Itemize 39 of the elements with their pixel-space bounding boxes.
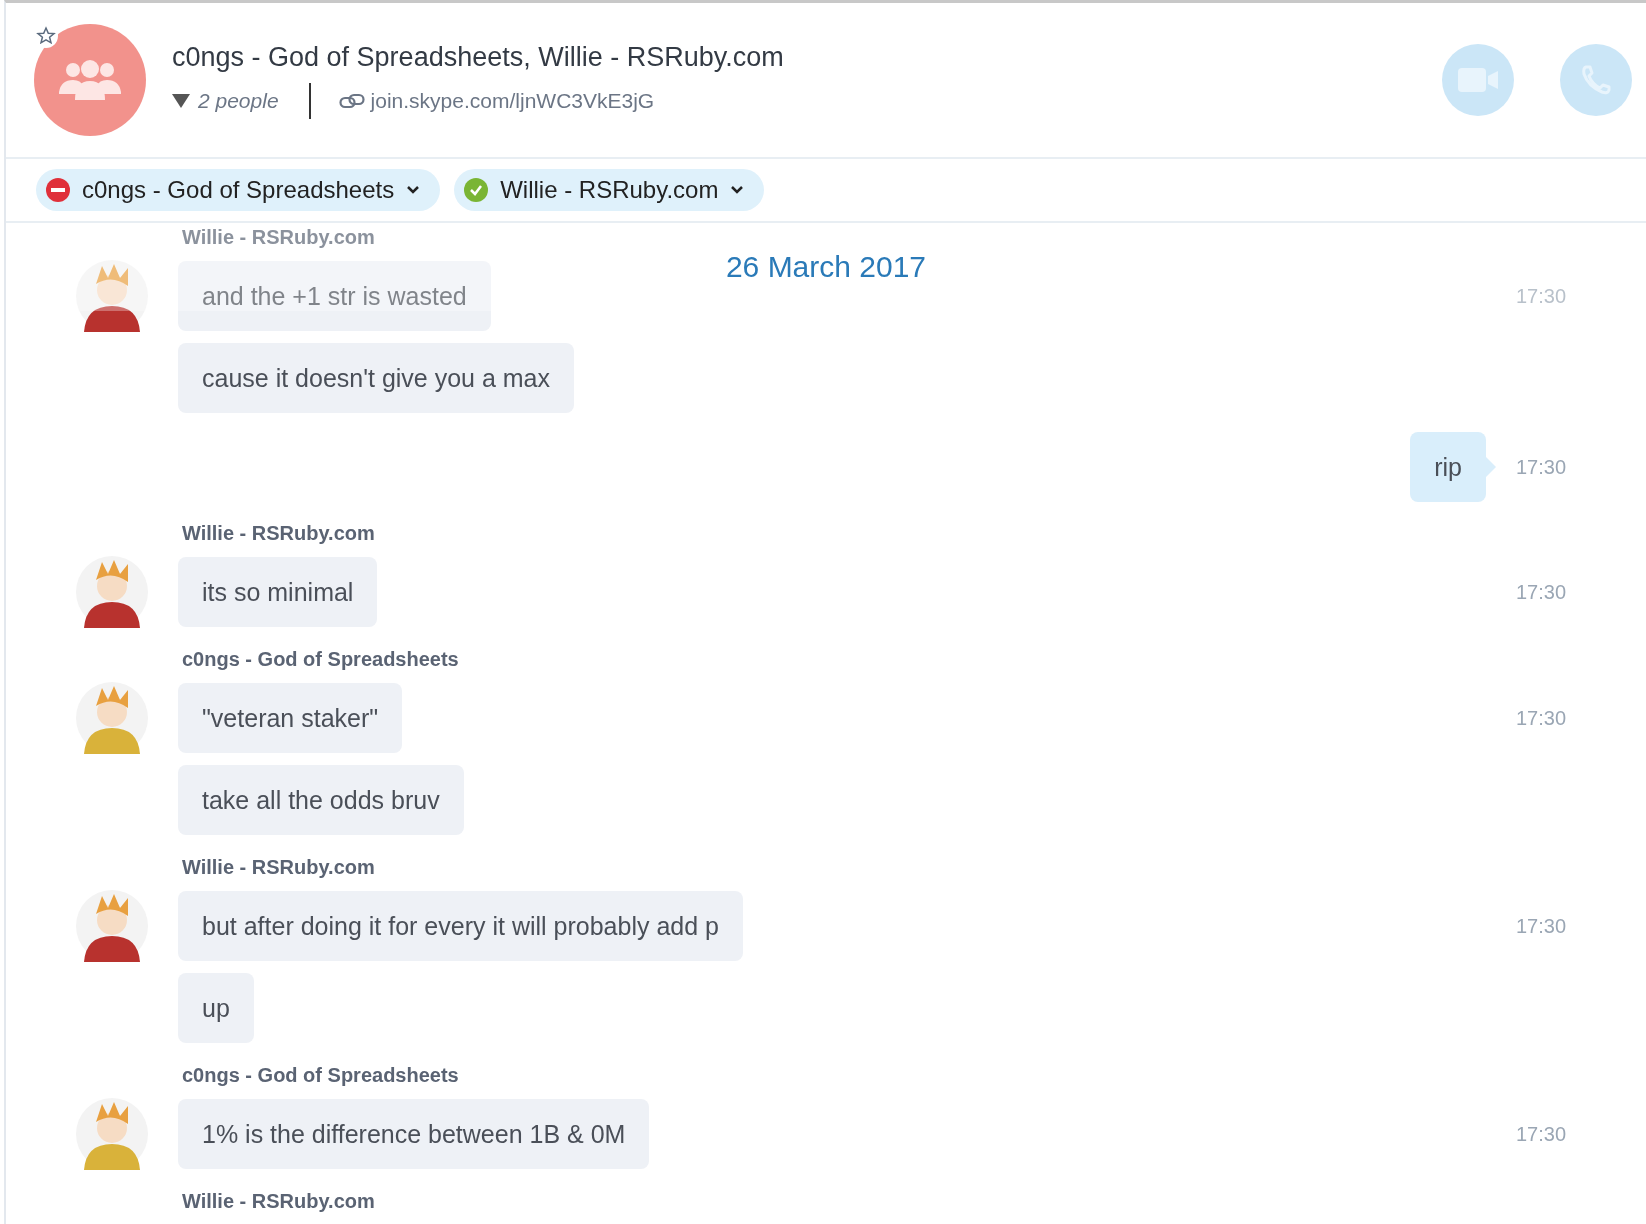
message-time: 17:30 xyxy=(1516,455,1567,478)
sender-name: Willie - RSRuby.com xyxy=(182,225,376,250)
sender-name: c0ngs - God of Spreadsheets xyxy=(182,647,460,672)
cartoon-avatar xyxy=(76,1098,148,1170)
people-icon xyxy=(59,60,121,100)
message-time: 17:30 xyxy=(1516,914,1567,937)
message-bubble: cause it doesn't give you a max xyxy=(178,343,575,413)
message-time: 17:30 xyxy=(1516,1122,1567,1145)
cartoon-avatar xyxy=(76,682,148,754)
sender-name: c0ngs - God of Spreadsheets xyxy=(182,1063,460,1088)
message-bubble: but after doing it for every it will probably add p xyxy=(178,891,743,961)
message-bubble: take all the odds bruv xyxy=(178,765,464,835)
participant-chip[interactable]: Willie - RSRuby.com xyxy=(454,169,765,211)
message-bubble: 1% is the difference between 1B & 0M xyxy=(178,1099,650,1169)
phone-icon xyxy=(1580,64,1612,96)
message-bubble: up xyxy=(178,973,254,1043)
bubble-tail xyxy=(1486,457,1496,477)
message-time: 17:30 xyxy=(1516,706,1567,729)
sender-name: Willie - RSRuby.com xyxy=(182,1189,376,1214)
cartoon-avatar xyxy=(76,556,148,628)
participant-chip[interactable]: c0ngs - God of Spreadsheets xyxy=(36,169,441,211)
message-time: 17:30 xyxy=(1516,284,1567,307)
join-link[interactable]: join.skype.com/ljnWC3VkE3jG xyxy=(310,88,655,113)
message-bubble: "veteran staker" xyxy=(178,683,403,753)
cartoon-avatar xyxy=(76,260,148,332)
message-bubble: its so minimal xyxy=(178,557,378,627)
message-time: 17:30 xyxy=(1516,580,1567,603)
participants-toggle[interactable]: 2 people xyxy=(172,82,311,119)
link-icon xyxy=(338,92,365,109)
sender-name: Willie - RSRuby.com xyxy=(182,855,376,880)
video-camera-icon xyxy=(1458,68,1498,92)
conversation-title: c0ngs - God of Spreadsheets, Willie - RSRuby.com xyxy=(172,41,785,73)
message-bubble: rip xyxy=(1410,432,1486,502)
message-bubble: and the +1 str is wasted xyxy=(178,261,491,331)
triangle-icon xyxy=(172,93,190,108)
cartoon-avatar xyxy=(76,890,148,962)
chevron-icon xyxy=(730,185,745,195)
sender-name: Willie - RSRuby.com xyxy=(182,521,376,546)
chevron-icon xyxy=(406,185,421,195)
